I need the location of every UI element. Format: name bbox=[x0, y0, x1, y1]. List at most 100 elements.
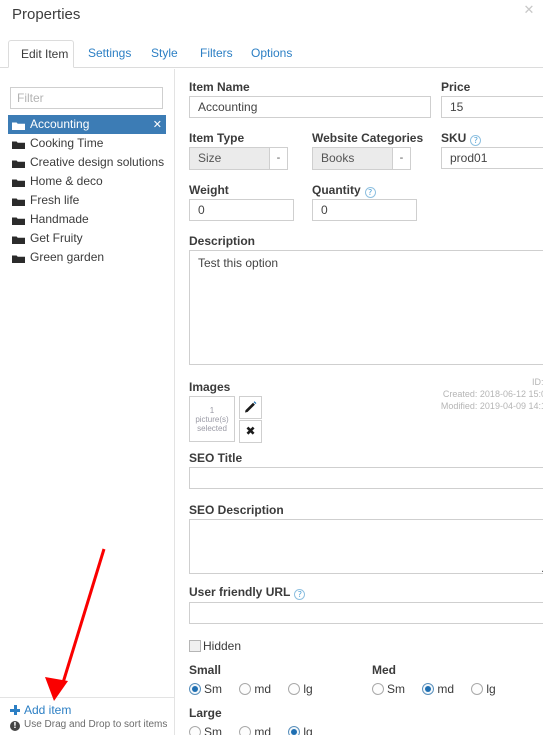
folder-icon bbox=[12, 121, 25, 131]
hidden-checkbox-row[interactable]: Hidden bbox=[189, 639, 241, 653]
large-option-sm[interactable]: Sm bbox=[189, 725, 222, 735]
filter-input[interactable] bbox=[10, 87, 163, 109]
info-icon: ! bbox=[10, 721, 20, 731]
folder-icon bbox=[12, 216, 25, 226]
radio-dot[interactable] bbox=[471, 682, 484, 695]
list-item[interactable]: Get Fruity bbox=[8, 229, 166, 248]
website-categories-select[interactable]: Books - bbox=[312, 147, 411, 170]
tab-edit-item[interactable]: Edit Item bbox=[8, 40, 74, 68]
website-categories-label: Website Categories bbox=[312, 131, 424, 145]
folder-icon bbox=[12, 235, 25, 245]
item-type-label: Item Type bbox=[189, 131, 245, 145]
chevron-down-icon[interactable]: - bbox=[392, 148, 410, 169]
large-option-sm-label: Sm bbox=[204, 725, 222, 735]
med-radio-group: Sm md lg bbox=[372, 682, 510, 696]
med-option-lg[interactable]: lg bbox=[471, 682, 496, 696]
list-item-label: Fresh life bbox=[30, 193, 80, 208]
item-list: Accounting ✕ Cooking Time Creative desig… bbox=[8, 115, 166, 267]
radio-dot[interactable] bbox=[288, 682, 301, 695]
med-option-md[interactable]: md bbox=[422, 682, 454, 696]
tab-options[interactable]: Options bbox=[239, 40, 304, 68]
small-radio-group: Sm md lg bbox=[189, 682, 327, 696]
price-input[interactable] bbox=[441, 96, 543, 118]
list-item-label: Accounting bbox=[30, 117, 90, 132]
weight-input[interactable] bbox=[189, 199, 294, 221]
drag-hint: ! Use Drag and Drop to sort items bbox=[10, 719, 167, 731]
images-label: Images bbox=[189, 380, 231, 394]
med-option-md-label: md bbox=[437, 682, 455, 696]
tab-filters[interactable]: Filters bbox=[188, 40, 245, 68]
sidebar: Accounting ✕ Cooking Time Creative desig… bbox=[0, 69, 175, 735]
help-icon[interactable]: ? bbox=[294, 589, 306, 600]
sku-input[interactable] bbox=[441, 147, 543, 169]
list-item-label: Cooking Time bbox=[30, 136, 104, 151]
item-name-input[interactable] bbox=[189, 96, 431, 118]
weight-label: Weight bbox=[189, 183, 229, 197]
edit-image-button[interactable] bbox=[239, 396, 262, 419]
seo-description-textarea[interactable] bbox=[189, 519, 543, 574]
radio-dot[interactable] bbox=[288, 725, 301, 735]
large-option-md[interactable]: md bbox=[239, 725, 271, 735]
small-option-lg-label: lg bbox=[303, 682, 313, 696]
folder-icon bbox=[12, 254, 25, 264]
website-categories-value: Books bbox=[321, 151, 355, 165]
list-item[interactable]: Home & deco bbox=[8, 172, 166, 191]
hidden-checkbox[interactable] bbox=[189, 639, 201, 652]
description-label: Description bbox=[189, 234, 256, 248]
list-item[interactable]: Accounting ✕ bbox=[8, 115, 166, 134]
delete-image-button[interactable]: ✖ bbox=[239, 420, 262, 443]
radio-dot[interactable] bbox=[239, 682, 252, 695]
small-option-md-label: md bbox=[254, 682, 272, 696]
quantity-label: Quantity? bbox=[312, 183, 376, 198]
small-option-sm-label: Sm bbox=[204, 682, 222, 696]
radio-dot[interactable] bbox=[189, 682, 201, 695]
seo-title-input[interactable] bbox=[189, 467, 543, 489]
description-textarea[interactable] bbox=[189, 250, 543, 365]
list-item[interactable]: Handmade bbox=[8, 210, 166, 229]
record-id: ID: 1 bbox=[531, 377, 543, 387]
user-friendly-url-input[interactable] bbox=[189, 602, 543, 624]
item-name-label: Item Name bbox=[189, 80, 250, 94]
picture-count: 1 bbox=[209, 406, 215, 415]
quantity-input[interactable] bbox=[312, 199, 417, 221]
small-group-label: Small bbox=[189, 663, 222, 677]
list-item[interactable]: Green garden bbox=[8, 248, 166, 267]
close-icon[interactable]: ✕ bbox=[522, 4, 536, 18]
user-friendly-url-label: User friendly URL? bbox=[189, 585, 306, 600]
price-label: Price bbox=[441, 80, 471, 94]
help-icon[interactable]: ? bbox=[364, 187, 376, 198]
chevron-down-icon[interactable]: - bbox=[269, 148, 287, 169]
record-modified: Modified: 2019-04-09 14:16 bbox=[440, 401, 543, 411]
remove-icon[interactable]: ✕ bbox=[153, 115, 162, 134]
folder-icon bbox=[12, 159, 25, 169]
tab-settings[interactable]: Settings bbox=[76, 40, 143, 68]
radio-dot[interactable] bbox=[422, 682, 435, 695]
small-option-md[interactable]: md bbox=[239, 682, 271, 696]
med-option-lg-label: lg bbox=[486, 682, 496, 696]
large-radio-group: Sm md lg bbox=[189, 725, 327, 735]
sku-label: SKU? bbox=[441, 131, 482, 146]
tab-style[interactable]: Style bbox=[139, 40, 190, 68]
small-option-sm[interactable]: Sm bbox=[189, 682, 222, 696]
list-item-label: Green garden bbox=[30, 250, 105, 265]
item-type-select[interactable]: Size - bbox=[189, 147, 288, 170]
picture-selector[interactable]: 1 picture(s) selected bbox=[189, 396, 235, 442]
large-option-lg[interactable]: lg bbox=[288, 725, 313, 735]
med-option-sm[interactable]: Sm bbox=[372, 682, 405, 696]
add-item-button[interactable]: Add item bbox=[10, 703, 71, 717]
list-item[interactable]: Creative design solutions bbox=[8, 153, 166, 172]
med-group-label: Med bbox=[372, 663, 396, 677]
folder-icon bbox=[12, 197, 25, 207]
list-item[interactable]: Cooking Time bbox=[8, 134, 166, 153]
edit-item-form: Item Name Price Item Type Size - Website… bbox=[176, 69, 543, 735]
list-item-label: Home & deco bbox=[30, 174, 103, 189]
help-icon[interactable]: ? bbox=[470, 135, 482, 146]
list-item[interactable]: Fresh life bbox=[8, 191, 166, 210]
radio-dot[interactable] bbox=[372, 682, 384, 695]
add-item-label: Add item bbox=[24, 703, 72, 717]
radio-dot[interactable] bbox=[189, 725, 201, 735]
radio-dot[interactable] bbox=[239, 725, 252, 735]
small-option-lg[interactable]: lg bbox=[288, 682, 313, 696]
seo-title-label: SEO Title bbox=[189, 451, 243, 465]
tab-bar: Edit Item Settings Style Filters Options bbox=[0, 40, 543, 68]
